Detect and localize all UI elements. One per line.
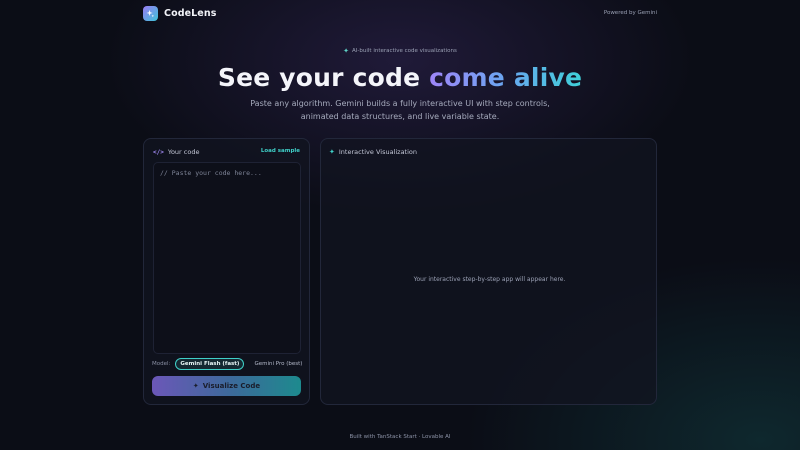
- sparkles-icon: [143, 6, 158, 21]
- model-option-flash[interactable]: Gemini Flash (fast): [175, 358, 245, 370]
- footer-text: Built with TanStack Start · Lovable AI: [349, 434, 451, 440]
- model-option-pro[interactable]: Gemini Pro (best): [249, 358, 307, 370]
- hero-title-accent: come alive: [429, 63, 583, 92]
- brand[interactable]: CodeLens: [143, 6, 216, 21]
- code-icon: </>: [153, 148, 164, 156]
- sparkles-icon: ✦: [192, 382, 199, 390]
- hero-eyebrow-text: AI-built interactive code visualizations: [352, 48, 457, 54]
- sparkles-icon: ✦: [329, 148, 335, 156]
- visualization-empty-state: Your interactive step-by-step app will a…: [413, 276, 566, 283]
- top-bar: CodeLens Powered by Gemini: [0, 0, 800, 28]
- hero-title-plain: See your code: [217, 63, 430, 92]
- visualize-code-label: Visualize Code: [202, 382, 261, 390]
- visualization-panel-title: Interactive Visualization: [338, 148, 418, 156]
- visualize-code-button[interactable]: ✦ Visualize Code: [152, 376, 301, 396]
- brand-name: CodeLens: [164, 8, 217, 19]
- sparkles-icon: ✦: [343, 47, 350, 55]
- code-panel-title: Your code: [167, 148, 200, 156]
- load-sample-link[interactable]: Load sample: [261, 148, 300, 154]
- visualization-panel-header: ✦ Interactive Visualization: [329, 148, 417, 156]
- hero-eyebrow: ✦ AI-built interactive code visualizatio…: [0, 47, 800, 55]
- code-panel-header: </> Your code: [153, 148, 199, 156]
- hero-title: See your code come alive: [0, 63, 800, 92]
- model-selector: Model: Gemini Flash (fast) Gemini Pro (b…: [152, 358, 307, 370]
- visualization-panel: ✦ Interactive Visualization Your interac…: [320, 138, 657, 405]
- code-input[interactable]: [153, 162, 301, 354]
- powered-by-text: Powered by Gemini: [603, 10, 657, 16]
- model-label: Model:: [152, 361, 171, 367]
- hero-subtitle: Paste any algorithm. Gemini builds a ful…: [250, 99, 550, 121]
